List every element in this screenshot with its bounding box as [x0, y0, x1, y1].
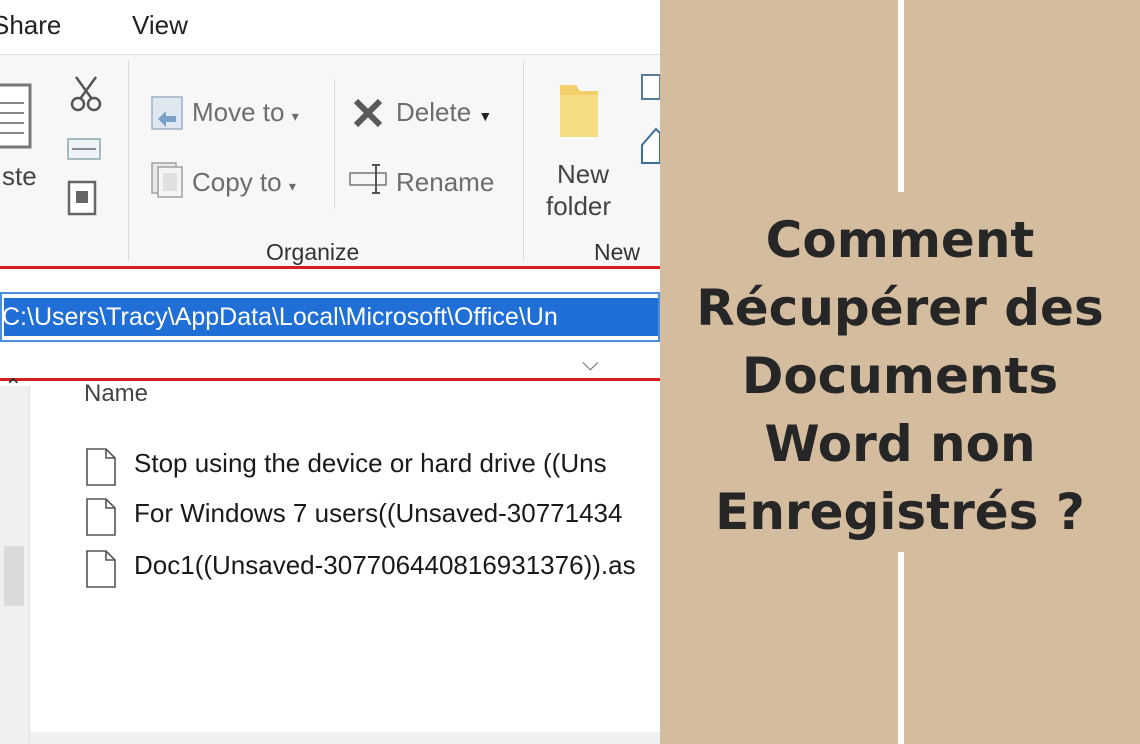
delete-button[interactable]: Delete ▼ — [396, 97, 492, 128]
divider-line-top — [898, 0, 904, 192]
rename-icon[interactable] — [348, 161, 390, 197]
group-organize: Organize — [266, 239, 360, 265]
document-icon — [86, 498, 116, 536]
scroll-up-icon[interactable]: ⌃ — [4, 374, 22, 400]
move-to-button[interactable]: Move to ▾ — [192, 97, 299, 128]
file-row[interactable]: Stop using the device or hard drive ((Un… — [86, 442, 660, 488]
paste-shortcut-icon[interactable] — [66, 177, 98, 217]
delete-caret-icon: ▼ — [478, 108, 493, 124]
file-name: Doc1((Unsaved-307706440816931376)).as — [134, 550, 636, 580]
highlight-line-top — [0, 266, 660, 269]
scissors-icon[interactable] — [68, 73, 104, 113]
nav-scroll-thumb[interactable] — [4, 546, 24, 606]
new-folder-line1[interactable]: New — [557, 159, 609, 190]
copy-to-label: Copy to — [192, 167, 282, 197]
tab-view[interactable]: View — [132, 10, 188, 41]
copy-to-caret-icon: ▾ — [288, 178, 296, 194]
file-row[interactable]: Doc1((Unsaved-307706440816931376)).as — [86, 544, 660, 590]
address-path: C:\Users\Tracy\AppData\Local\Microsoft\O… — [2, 303, 558, 331]
tab-share-label: hare — [9, 10, 62, 40]
paste-icon[interactable] — [0, 77, 34, 151]
group-new: New — [594, 239, 641, 265]
delete-label: Delete — [396, 97, 472, 127]
file-name: Stop using the device or hard drive ((Un… — [134, 448, 607, 478]
page-title: Comment Récupérer des Documents Word non… — [660, 206, 1140, 546]
file-name: For Windows 7 users((Unsaved-30771434 — [134, 498, 623, 528]
delete-icon[interactable] — [350, 95, 386, 131]
horizontal-scrollbar[interactable] — [30, 732, 660, 744]
title-card: Comment Récupérer des Documents Word non… — [660, 192, 1140, 552]
move-to-label: Move to — [192, 97, 285, 127]
title-line-2: Récupérer des — [696, 279, 1104, 337]
column-header-name[interactable]: Name — [84, 380, 148, 408]
move-to-icon[interactable] — [150, 93, 184, 131]
divider-line-bottom — [898, 552, 904, 744]
title-line-1: Comment — [765, 211, 1035, 269]
title-panel: Comment Récupérer des Documents Word non… — [660, 0, 1140, 744]
document-icon — [86, 550, 116, 588]
copy-to-icon[interactable] — [150, 161, 184, 199]
file-explorer-screenshot: Share View ste Move to ▾ Copy to ▾ Delet… — [0, 0, 660, 744]
title-line-3: Documents — [741, 347, 1059, 405]
copy-to-button[interactable]: Copy to ▾ — [192, 167, 296, 198]
file-row[interactable]: For Windows 7 users((Unsaved-30771434 — [86, 492, 660, 538]
new-folder-icon[interactable] — [556, 79, 604, 141]
navigation-pane[interactable] — [0, 386, 30, 744]
document-icon — [86, 448, 116, 486]
address-dropdown-icon[interactable]: ⌵ — [582, 350, 599, 376]
move-to-caret-icon: ▾ — [291, 108, 299, 124]
new-item-icon[interactable] — [640, 73, 660, 103]
copy-path-icon[interactable] — [66, 137, 102, 161]
title-line-4: Word non — [764, 415, 1036, 473]
tab-share[interactable]: Share — [0, 10, 61, 41]
new-folder-line2[interactable]: folder — [546, 191, 611, 222]
paste-button-label[interactable]: ste — [2, 161, 37, 192]
easy-access-icon[interactable] — [640, 125, 660, 165]
ribbon: ste Move to ▾ Copy to ▾ Delete ▼ Rename … — [0, 54, 660, 268]
title-line-5: Enregistrés ? — [715, 483, 1085, 541]
rename-button[interactable]: Rename — [396, 167, 494, 198]
address-bar[interactable]: C:\Users\Tracy\AppData\Local\Microsoft\O… — [0, 292, 660, 342]
